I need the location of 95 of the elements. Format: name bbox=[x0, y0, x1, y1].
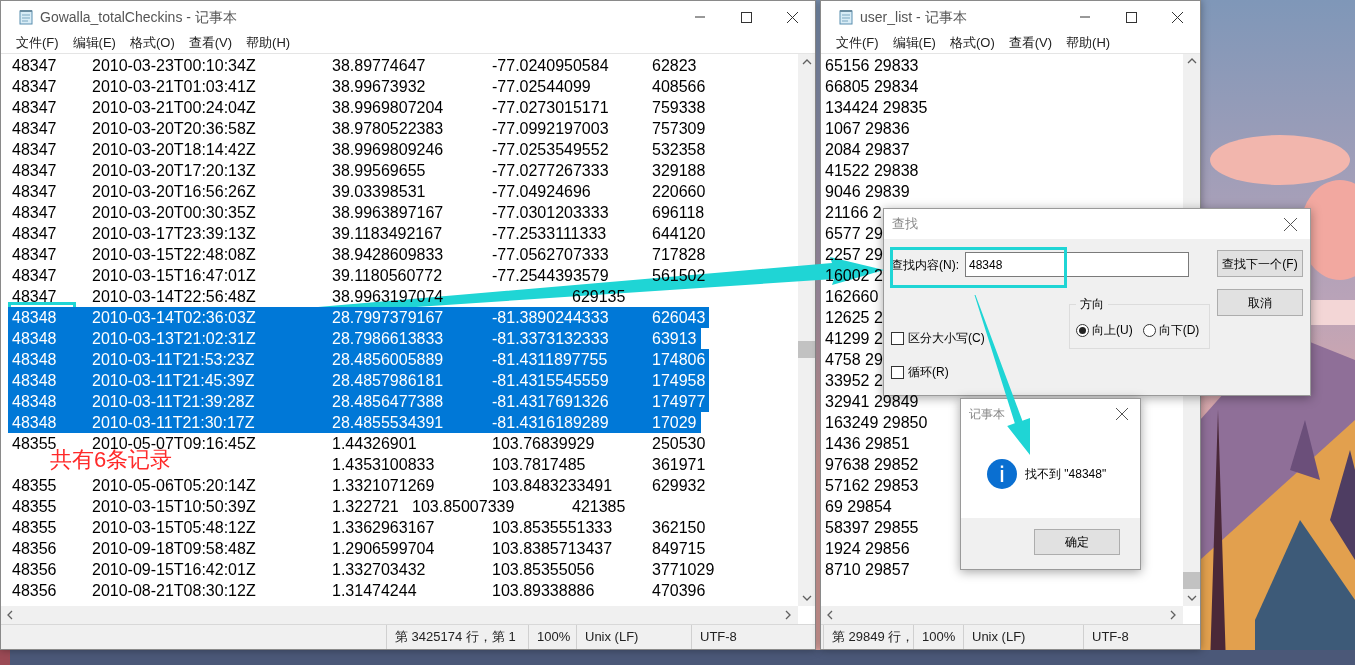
text-line: 48355 2010-03-15T05:48:12Z 1.3362963167 103.8535551333 362150 bbox=[11, 518, 707, 538]
close-icon bbox=[1283, 217, 1297, 231]
dialog-title: 查找 bbox=[892, 215, 918, 234]
text-line: 41299 2 bbox=[824, 329, 884, 349]
text-line: 41522 29838 bbox=[824, 161, 920, 181]
radio-button[interactable] bbox=[1142, 323, 1156, 337]
checkbox-label[interactable]: 循环(R) bbox=[908, 363, 949, 381]
maximize-icon bbox=[1125, 11, 1137, 23]
dialog-button[interactable]: 查找下一个(F) bbox=[1217, 250, 1303, 277]
text-line: 48347 2010-03-21T00:24:04Z 38.9969807204 -77.0273015171 759338 bbox=[11, 98, 707, 118]
info-icon bbox=[987, 458, 1017, 489]
radio-button[interactable] bbox=[1076, 323, 1089, 337]
text-line: 32941 29849 bbox=[824, 392, 920, 412]
dialog-title: 记事本 bbox=[969, 406, 1005, 423]
text-line: 48355 2010-05-06T05:20:14Z 1.3321071269 103.8483233491 629932 bbox=[11, 476, 707, 496]
menu-item[interactable]: 编辑(E) bbox=[65, 33, 123, 53]
notepad-icon bbox=[838, 9, 854, 25]
scroll-thumb[interactable] bbox=[1183, 572, 1200, 590]
text-line: 48347 2010-03-20T20:36:58Z 38.9780522383 -77.0992197003 757309 bbox=[11, 119, 707, 139]
vertical-scrollbar[interactable] bbox=[798, 54, 815, 606]
text-line: 163249 29850 bbox=[824, 413, 929, 433]
text-line: 58397 29855 bbox=[824, 518, 920, 538]
minimize-icon bbox=[1080, 16, 1090, 18]
text-line: 48347 2010-03-20T17:20:13Z 38.99569655 -77.0277267333 329188 bbox=[11, 161, 707, 181]
text-line: 48347 2010-03-21T01:03:41Z 38.99673932 -77.02544099 408566 bbox=[11, 77, 707, 97]
menu-item[interactable]: 帮助(H) bbox=[239, 33, 298, 53]
group-label: 方向 bbox=[1079, 296, 1105, 313]
find-input[interactable]: 48348 bbox=[965, 252, 1189, 277]
text-line: 69 29854 bbox=[824, 497, 893, 517]
text-line: 48356 2010-08-21T08:30:12Z 1.31474244 103.89338886 470396 bbox=[11, 581, 707, 601]
text-line: 2084 29837 bbox=[824, 140, 911, 160]
text-line: 97638 29852 bbox=[824, 455, 920, 475]
text-line: 12625 2 bbox=[824, 308, 884, 328]
checkbox-label[interactable]: 区分大小写(C) bbox=[908, 329, 985, 347]
status-text: UTF-8 bbox=[1092, 628, 1129, 647]
menu-item[interactable]: 帮助(H) bbox=[1059, 33, 1118, 53]
scroll-thumb[interactable] bbox=[798, 341, 815, 358]
horizontal-scrollbar[interactable] bbox=[1, 606, 798, 624]
text-line: 57162 29853 bbox=[824, 476, 920, 496]
minimize-icon bbox=[695, 16, 705, 18]
text-line: 66805 29834 bbox=[824, 77, 920, 97]
text-line: 65156 29833 bbox=[824, 56, 920, 76]
message-text: 找不到 "48348" bbox=[1025, 465, 1107, 483]
text-line: 48347 2010-03-23T00:10:34Z 38.89774647 -77.0240950584 62823 bbox=[11, 56, 698, 76]
text-line: 48347 2010-03-17T23:39:13Z 39.1183492167 -77.2533111333 644120 bbox=[11, 224, 707, 244]
status-text: Unix (LF) bbox=[585, 628, 639, 647]
text-line: 1067 29836 bbox=[824, 119, 911, 139]
menu-item[interactable]: 查看(V) bbox=[1001, 33, 1060, 53]
window-title: user_list - 记事本 bbox=[860, 7, 967, 27]
text-line: 48356 2010-09-18T09:58:48Z 1.2906599704 103.8385713437 849715 bbox=[11, 539, 707, 559]
menu-item[interactable]: 格式(O) bbox=[122, 33, 182, 53]
text-line: 21166 2 bbox=[824, 203, 883, 223]
status-text: 100% bbox=[922, 628, 956, 647]
text-line: 9046 29839 bbox=[824, 182, 911, 202]
horizontal-scrollbar[interactable] bbox=[821, 606, 1183, 624]
dialog-button[interactable]: 取消 bbox=[1217, 289, 1303, 316]
menu-item[interactable]: 查看(V) bbox=[181, 33, 240, 53]
menu-item[interactable]: 编辑(E) bbox=[885, 33, 943, 53]
close-icon bbox=[1171, 11, 1183, 23]
text-line: 2257 29 bbox=[824, 245, 884, 265]
text-line: 48347 2010-03-20T18:14:42Z 38.9969809246 -77.0253549552 532358 bbox=[11, 140, 707, 160]
text-line: 48356 2010-09-15T16:42:01Z 1.332703432 103.85355056 3771029 bbox=[11, 560, 716, 580]
text-line: 8710 29857 bbox=[824, 560, 911, 580]
text-line: 4758 29 bbox=[824, 350, 884, 370]
checkbox[interactable] bbox=[891, 365, 904, 379]
text-line: 1.4353100833 103.7817485 361971 bbox=[331, 455, 707, 475]
notepad-icon bbox=[18, 9, 34, 25]
text-line: 134424 29835 bbox=[824, 98, 929, 118]
radio-label[interactable]: 向下(D) bbox=[1158, 321, 1200, 339]
maximize-icon bbox=[740, 11, 752, 23]
text-line: 48347 2010-03-15T22:48:08Z 38.9428609833 -77.0562707333 717828 bbox=[11, 245, 707, 265]
text-line: 48347 2010-03-20T00:30:35Z 38.9963897167 -77.0301203333 696118 bbox=[11, 203, 706, 223]
window-title: Gowalla_totalCheckins - 记事本 bbox=[40, 7, 237, 27]
status-text: 100% bbox=[537, 628, 571, 647]
menu-item[interactable]: 文件(F) bbox=[9, 33, 66, 53]
text-line: 16002 2 bbox=[824, 266, 884, 286]
text-line: 6577 29 bbox=[824, 224, 884, 244]
menu-item[interactable]: 格式(O) bbox=[942, 33, 1002, 53]
status-text: UTF-8 bbox=[700, 628, 737, 647]
text-line: 33952 2 bbox=[824, 371, 884, 391]
text-line: 48347 2010-03-20T16:56:26Z 39.03398531 -77.04924696 220660 bbox=[11, 182, 707, 202]
text-line: 1436 29851 bbox=[824, 434, 911, 454]
text-line: 1924 29856 bbox=[824, 539, 911, 559]
text-line: 48347 2010-03-15T16:47:01Z 39.1180560772 -77.2544393579 561502 bbox=[11, 266, 707, 286]
status-text: 第 3425174 行，第 1 bbox=[395, 628, 516, 647]
menu-item[interactable]: 文件(F) bbox=[829, 33, 886, 53]
ok-button[interactable]: 确定 bbox=[1034, 529, 1120, 555]
status-text: Unix (LF) bbox=[972, 628, 1026, 647]
close-icon bbox=[786, 11, 798, 23]
status-text: 第 29849 行， bbox=[832, 628, 915, 647]
text-line: 162660 bbox=[824, 287, 880, 307]
close-icon bbox=[1116, 408, 1128, 420]
radio-label[interactable]: 向上(U) bbox=[1092, 321, 1133, 339]
text-line: 48355 2010-03-15T10:50:39Z 1.322721 103.85007339 421385 bbox=[11, 497, 627, 517]
checkbox[interactable] bbox=[891, 331, 904, 345]
